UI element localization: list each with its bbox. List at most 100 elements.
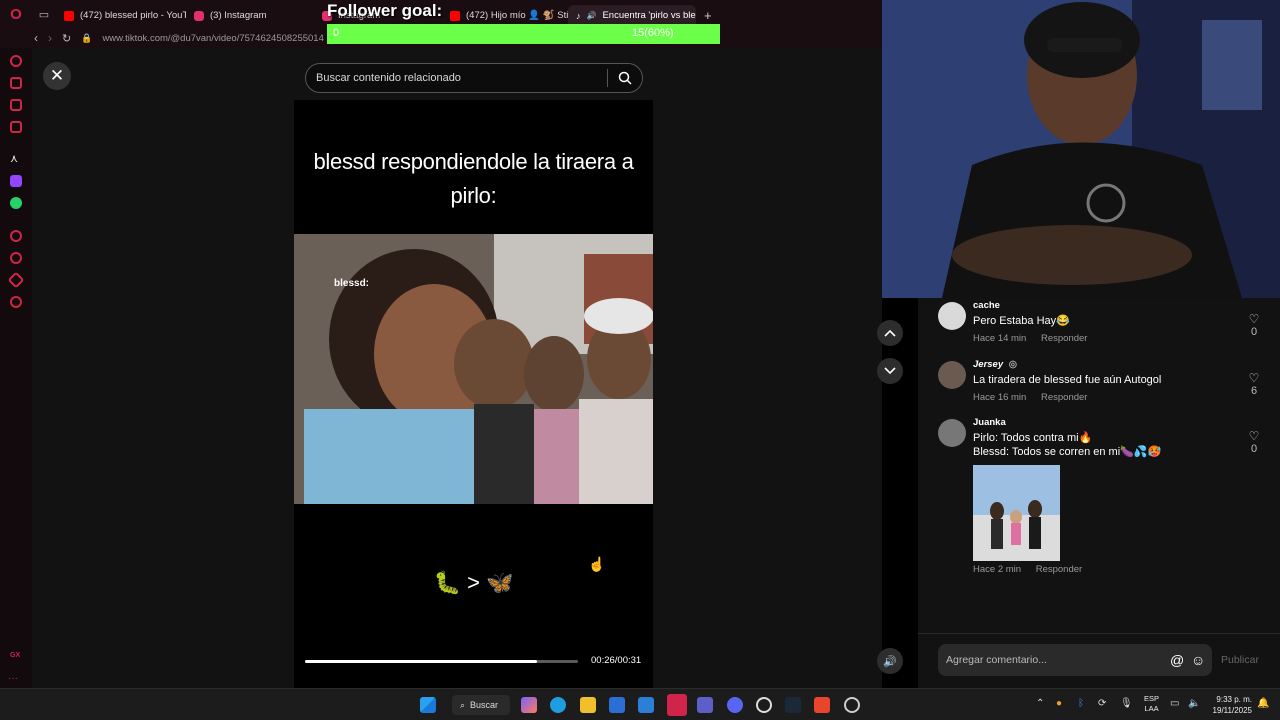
workspaces-icon[interactable]: ▭ (32, 8, 56, 21)
tab-label: (472) blessed pirlo - YouTube (80, 10, 186, 21)
gx-label[interactable]: GX (10, 652, 20, 659)
comment-item: Jersey ◎ La tiradera de blessed fue aún … (938, 359, 1268, 409)
notifications-icon[interactable]: 🔔 (1257, 698, 1269, 709)
speaker-icon: 🔊 (883, 655, 897, 668)
comment-author[interactable]: Jersey ◎ (973, 359, 1017, 370)
video-progress-bar[interactable] (305, 660, 578, 663)
reload-icon[interactable]: ↻ (62, 32, 71, 45)
tab-youtube-blessed[interactable]: (472) blessed pirlo - YouTube (56, 5, 186, 27)
sidebar-news-icon[interactable] (10, 121, 22, 133)
sidebar-settings-icon[interactable] (10, 296, 22, 308)
microphone-icon[interactable]: 🎙 (1120, 698, 1133, 709)
volume-button[interactable]: 🔊 (877, 648, 903, 674)
reply-button[interactable]: Responder (1041, 333, 1087, 344)
youtube-icon (450, 10, 460, 21)
like-button[interactable]: ♡ 6 (1243, 371, 1265, 397)
bluetooth-icon[interactable]: ᛒ (1078, 698, 1084, 709)
opera-logo-icon[interactable]: O (0, 0, 32, 28)
edge-icon[interactable] (550, 697, 566, 713)
sidebar-more-icon[interactable]: ··· (8, 673, 18, 684)
avatar[interactable] (938, 361, 966, 389)
previous-video-button[interactable] (877, 320, 903, 346)
related-search-bar[interactable]: Buscar contenido relacionado (305, 63, 643, 93)
chatgpt-icon[interactable] (756, 697, 772, 713)
comment-photo-image (973, 465, 1060, 561)
opera-gx-taskbar-icon[interactable] (667, 694, 687, 716)
verified-icon: ◎ (1008, 359, 1018, 370)
outlook-icon[interactable] (638, 697, 654, 713)
tab-label: (3) Instagram (210, 10, 267, 21)
back-icon[interactable]: ‹ (34, 31, 38, 45)
search-input[interactable]: Buscar contenido relacionado (306, 72, 607, 84)
language-indicator[interactable]: ESP LAA (1144, 694, 1159, 714)
video-clip[interactable]: blessd: (294, 234, 653, 504)
plus-icon: + (704, 8, 712, 23)
network-icon[interactable]: ▭ (1170, 698, 1179, 709)
follower-goal-current: 0 (333, 27, 340, 39)
forward-icon[interactable]: › (48, 31, 52, 45)
taskbar-search[interactable]: ⌕ Buscar (452, 695, 510, 715)
video-progress-fill (305, 660, 538, 663)
comment-input[interactable]: Agregar comentario... @ ☺ (938, 644, 1212, 676)
mention-icon[interactable]: @ (1170, 652, 1184, 668)
language-code: ESP (1144, 694, 1160, 703)
windows-start-icon[interactable] (420, 697, 436, 713)
comment-item: cache Pero Estaba Hay😂 Hace 14 min Respo… (938, 300, 1268, 350)
tab-label: (472) Hijo mío 👤 🐒 Stive (466, 10, 568, 21)
sidebar-twitch-icon[interactable] (10, 175, 22, 187)
url-field[interactable]: www.tiktok.com/@du7van/video/75746245082… (102, 33, 323, 44)
sidebar-chat-icon[interactable] (10, 99, 22, 111)
comment-meta: Hace 14 min Responder (973, 333, 1099, 344)
emoji-icon[interactable]: ☺ (1191, 652, 1205, 668)
comment-photo[interactable] (973, 465, 1060, 561)
tab-instagram[interactable]: (3) Instagram (186, 5, 314, 27)
sidebar-aria-icon[interactable]: ⋏ (10, 153, 22, 165)
like-button[interactable]: ♡ 0 (1243, 312, 1265, 338)
like-button[interactable]: ♡ 0 (1243, 429, 1265, 455)
avatar[interactable] (938, 302, 966, 330)
teams-icon[interactable] (697, 697, 713, 713)
heart-icon: ♡ (1248, 371, 1260, 385)
search-icon (618, 71, 632, 85)
comment-author[interactable]: Juanka (973, 417, 1006, 428)
tiktok-icon: ♪ (576, 10, 581, 21)
comment-meta: Hace 2 min Responder (973, 564, 1094, 575)
follower-goal-progress: 15(60%) (632, 27, 674, 39)
tray-chevron-icon[interactable]: ⌃ (1036, 698, 1044, 709)
next-video-button[interactable] (877, 358, 903, 384)
comment-composer: Agregar comentario... @ ☺ Publicar (918, 633, 1280, 688)
comment-text-line2: Blessd: Todos se corren en mi🍆💦🥵 (973, 446, 1162, 458)
file-explorer-icon[interactable] (580, 697, 596, 713)
app-icon[interactable] (814, 697, 830, 713)
comment-text: Pirlo: Todos contra mi🔥 (973, 432, 1093, 444)
comment-time: Hace 2 min (973, 564, 1022, 575)
sync-icon[interactable]: ⟳ (1098, 698, 1106, 709)
sidebar-extensions-icon[interactable] (7, 271, 25, 289)
discord-icon[interactable] (727, 697, 743, 713)
avatar[interactable] (938, 419, 966, 447)
reply-button[interactable]: Responder (1041, 392, 1087, 403)
comment-meta: Hace 16 min Responder (973, 392, 1099, 403)
store-icon[interactable] (609, 697, 625, 713)
sidebar-ai-icon[interactable] (10, 55, 22, 67)
publish-button[interactable]: Publicar (1221, 654, 1259, 666)
comment-text: La tiradera de blessed fue aún Autogol (973, 374, 1162, 386)
comment-time: Hace 16 min (973, 392, 1027, 403)
video-player[interactable]: blessd respondiendole la tiraera a pirlo… (294, 100, 653, 688)
sidebar-music-icon[interactable] (10, 230, 22, 242)
system-clock[interactable]: 9:33 p. m. 19/11/2025 (1206, 694, 1252, 716)
sidebar-shop-icon[interactable] (10, 77, 22, 89)
steam-icon[interactable] (785, 697, 801, 713)
volume-tray-icon[interactable]: 🔈 (1188, 698, 1200, 709)
heart-icon: ♡ (1248, 429, 1260, 443)
video-emoji-text: 🐛 > 🦋 (433, 570, 514, 595)
comment-author[interactable]: cache (973, 300, 1000, 311)
tray-app-icon[interactable]: ● (1056, 698, 1062, 709)
reply-button[interactable]: Responder (1036, 564, 1082, 575)
copilot-icon[interactable] (521, 697, 537, 713)
sidebar-history-icon[interactable] (10, 252, 22, 264)
sidebar-whatsapp-icon[interactable] (10, 197, 22, 209)
search-button[interactable] (608, 64, 642, 92)
close-button[interactable]: ✕ (43, 62, 71, 90)
settings-app-icon[interactable] (844, 697, 860, 713)
